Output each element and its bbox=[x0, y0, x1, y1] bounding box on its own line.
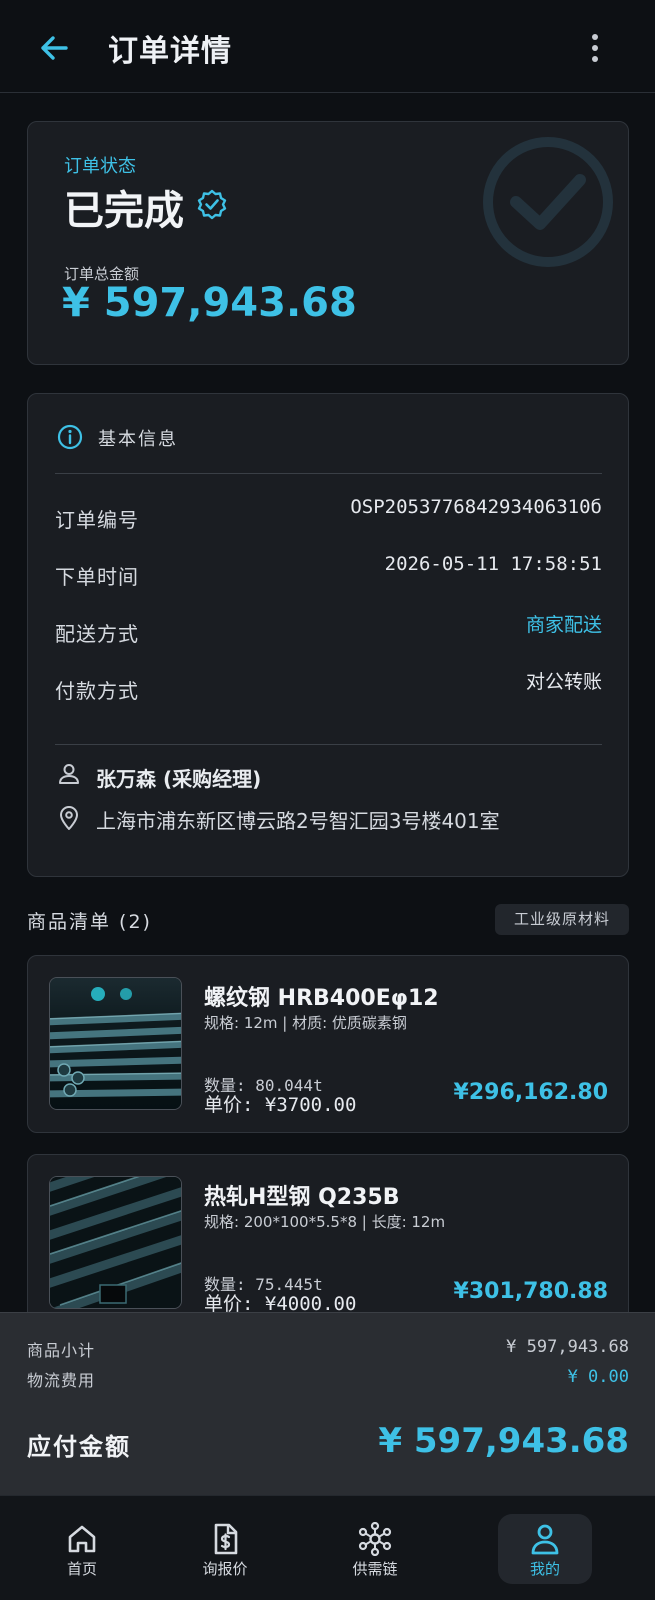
home-icon bbox=[68, 1525, 96, 1553]
subtotal-label: 商品小计 bbox=[27, 1341, 96, 1360]
status-label: 订单状态 bbox=[64, 156, 136, 177]
subtotal-row: 商品小计 ¥ 597,943.68 bbox=[27, 1337, 629, 1361]
contact-name: 张万森 (采购经理) bbox=[96, 767, 262, 791]
page-title: 订单详情 bbox=[108, 34, 232, 69]
goods-list-title: 商品清单 (2) bbox=[27, 911, 152, 933]
info-icon bbox=[57, 424, 83, 450]
more-vertical-icon bbox=[592, 34, 598, 62]
nav-supply-chain-label: 供需链 bbox=[352, 1560, 398, 1578]
shipping-row: 物流费用 ¥ 0.00 bbox=[27, 1367, 629, 1391]
payment-method-label: 付款方式 bbox=[55, 679, 139, 703]
product-subtotal: ¥296,162.80 bbox=[453, 1080, 608, 1105]
order-time-label: 下单时间 bbox=[55, 565, 139, 589]
arrow-left-icon bbox=[41, 36, 68, 60]
order-number-row: 订单编号 OSP205377684293406310б bbox=[55, 496, 602, 536]
rebar-product-image bbox=[49, 977, 182, 1110]
user-icon bbox=[531, 1524, 559, 1555]
nav-quote[interactable]: 询报价 bbox=[178, 1514, 272, 1584]
delivery-method-label: 配送方式 bbox=[55, 622, 139, 646]
payable-label: 应付金额 bbox=[27, 1433, 131, 1461]
status-value: 已完成 bbox=[64, 188, 184, 234]
product-name: 热轧H型钢 Q235B bbox=[204, 1185, 400, 1210]
payment-summary-panel: 商品小计 ¥ 597,943.68 物流费用 ¥ 0.00 应付金额 ¥ 597… bbox=[0, 1312, 655, 1495]
location-pin-icon bbox=[60, 806, 78, 830]
nav-supply-chain[interactable]: 供需链 bbox=[328, 1514, 422, 1584]
product-card[interactable]: 热轧H型钢 Q235B 规格: 200*100*5.5*8 | 长度: 12m … bbox=[27, 1154, 629, 1334]
back-button[interactable] bbox=[34, 28, 74, 68]
subtotal-value: ¥ 597,943.68 bbox=[506, 1337, 629, 1357]
nav-home-label: 首页 bbox=[66, 1560, 97, 1578]
basic-info-title: 基本信息 bbox=[98, 429, 178, 450]
order-status-card: 订单状态 已完成 订单总金额 ¥ 597,943.68 bbox=[27, 121, 629, 365]
product-subtotal: ¥301,780.88 bbox=[453, 1279, 608, 1304]
order-time-value: 2026-05-11 17:58:51 bbox=[384, 553, 602, 575]
nav-mine[interactable]: 我的 bbox=[498, 1514, 592, 1584]
quote-document-icon bbox=[214, 1523, 238, 1555]
more-button[interactable] bbox=[578, 28, 612, 68]
payment-method-value: 对公转账 bbox=[525, 671, 602, 693]
total-amount-value: ¥ 597,943.68 bbox=[62, 280, 357, 326]
product-card[interactable]: 螺纹钢 HRB400Eφ12 规格: 12m | 材质: 优质碳素钢 数量: 8… bbox=[27, 955, 629, 1133]
divider bbox=[55, 744, 602, 745]
verified-badge-icon bbox=[197, 189, 227, 220]
basic-info-card: 基本信息 订单编号 OSP205377684293406310б 下单时间 20… bbox=[27, 393, 629, 877]
delivery-method-value: 商家配送 bbox=[525, 614, 602, 636]
h-beam-product-image bbox=[49, 1176, 182, 1309]
network-icon bbox=[358, 1522, 392, 1556]
product-spec: 规格: 200*100*5.5*8 | 长度: 12m bbox=[204, 1213, 446, 1231]
order-number-label: 订单编号 bbox=[55, 508, 139, 532]
user-icon bbox=[59, 764, 79, 784]
divider bbox=[55, 473, 602, 474]
bottom-nav: 首页 询报价 供需链 我的 bbox=[0, 1495, 655, 1600]
order-number-value: OSP205377684293406310б bbox=[350, 496, 602, 518]
goods-category-tag: 工业级原材料 bbox=[495, 904, 629, 935]
payable-value: ¥ 597,943.68 bbox=[378, 1421, 629, 1461]
shipping-value: ¥ 0.00 bbox=[567, 1367, 629, 1387]
delivery-address: 上海市浦东新区博云路2号智汇园3号楼401室 bbox=[96, 809, 500, 833]
delivery-method-row: 配送方式 商家配送 bbox=[55, 610, 602, 650]
order-time-row: 下单时间 2026-05-11 17:58:51 bbox=[55, 553, 602, 593]
nav-home[interactable]: 首页 bbox=[35, 1514, 129, 1584]
nav-mine-label: 我的 bbox=[529, 1560, 560, 1578]
app-header: 订单详情 bbox=[0, 0, 655, 93]
product-spec: 规格: 12m | 材质: 优质碳素钢 bbox=[204, 1014, 407, 1032]
product-name: 螺纹钢 HRB400Eφ12 bbox=[204, 986, 439, 1011]
payment-method-row: 付款方式 对公转账 bbox=[55, 667, 602, 707]
product-unit-price: 单价: ¥3700.00 bbox=[204, 1094, 357, 1116]
nav-quote-label: 询报价 bbox=[202, 1560, 248, 1578]
check-circle-icon bbox=[483, 137, 613, 267]
shipping-label: 物流费用 bbox=[27, 1371, 96, 1390]
